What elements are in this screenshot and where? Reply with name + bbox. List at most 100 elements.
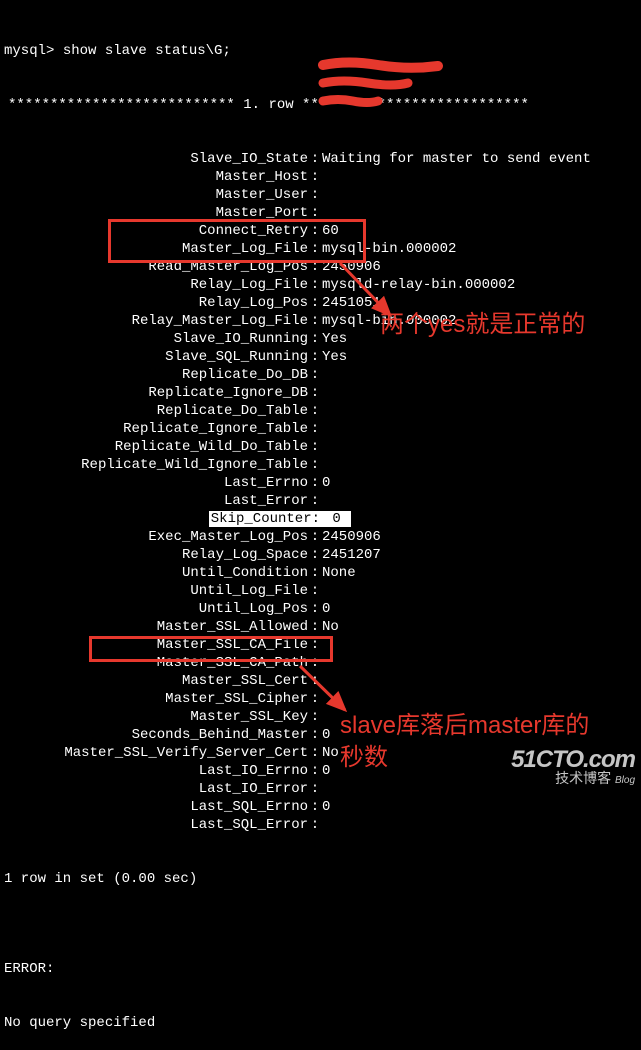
field-colon: : xyxy=(308,150,322,168)
field-colon: : xyxy=(308,222,322,240)
field-label: Master_SSL_Allowed xyxy=(4,618,308,636)
field-colon: : xyxy=(308,312,322,330)
field-colon: : xyxy=(308,600,322,618)
field-label: Master_Log_File xyxy=(4,240,308,258)
field-label: Exec_Master_Log_Pos xyxy=(4,528,308,546)
field-colon: : xyxy=(308,636,322,654)
rows-in-set: 1 row in set (0.00 sec) xyxy=(4,870,637,888)
field-colon: : xyxy=(308,204,322,222)
terminal-output: mysql> show slave status\G; ************… xyxy=(4,6,637,1050)
field-value xyxy=(322,672,637,690)
row-separator: *************************** 1. row *****… xyxy=(4,96,637,114)
status-row: Master_Host: xyxy=(4,168,637,186)
error-label: ERROR: xyxy=(4,960,637,978)
status-row: Master_Log_File:mysql-bin.000002 xyxy=(4,240,637,258)
annotation-two-yes: 两个yes就是正常的 xyxy=(380,316,585,334)
status-row: Replicate_Ignore_Table: xyxy=(4,420,637,438)
field-colon: : xyxy=(308,330,322,348)
field-label: Master_SSL_CA_File xyxy=(4,636,308,654)
field-label: Master_Host xyxy=(4,168,308,186)
watermark-main: 51CTO.com xyxy=(511,751,635,769)
field-value xyxy=(322,204,637,222)
field-value: mysqld-relay-bin.000002 xyxy=(322,276,637,294)
field-colon: : xyxy=(308,726,322,744)
field-value xyxy=(322,492,637,510)
field-colon: : xyxy=(308,384,322,402)
command-text: show slave status\G; xyxy=(63,43,231,59)
field-label: Relay_Master_Log_File xyxy=(4,312,308,330)
status-row: Master_Port: xyxy=(4,204,637,222)
field-value xyxy=(322,402,637,420)
field-colon: : xyxy=(308,780,322,798)
field-colon: : xyxy=(308,618,322,636)
field-colon: : xyxy=(308,708,322,726)
skip-counter-value-highlight: 0 xyxy=(322,511,351,527)
field-colon: : xyxy=(308,474,322,492)
status-row: Slave_SQL_Running:Yes xyxy=(4,348,637,366)
field-label: Master_SSL_Key xyxy=(4,708,308,726)
field-label: Master_SSL_Verify_Server_Cert xyxy=(4,744,308,762)
field-label: Seconds_Behind_Master xyxy=(4,726,308,744)
field-value: 2450906 xyxy=(322,528,637,546)
field-value xyxy=(322,168,637,186)
field-colon: : xyxy=(308,816,322,834)
skip-counter-highlight: Skip_Counter: xyxy=(209,511,322,527)
status-row: Replicate_Do_DB: xyxy=(4,366,637,384)
field-label: Master_SSL_Cert xyxy=(4,672,308,690)
field-value xyxy=(322,366,637,384)
status-row: Read_Master_Log_Pos:2450906 xyxy=(4,258,637,276)
status-row: Master_SSL_Cipher: xyxy=(4,690,637,708)
field-value: 2450906 xyxy=(322,258,637,276)
field-value: 0 xyxy=(322,798,637,816)
field-colon: : xyxy=(308,402,322,420)
field-label: Last_IO_Errno xyxy=(4,762,308,780)
field-colon: : xyxy=(308,582,322,600)
field-label: Master_SSL_Cipher xyxy=(4,690,308,708)
field-value xyxy=(322,186,637,204)
status-row: Master_SSL_CA_Path: xyxy=(4,654,637,672)
annotation-seconds-line2: 秒数 xyxy=(340,744,388,771)
field-label: Last_SQL_Error xyxy=(4,816,308,834)
field-label: Until_Log_File xyxy=(4,582,308,600)
status-row: Replicate_Wild_Do_Table: xyxy=(4,438,637,456)
field-label: Last_IO_Error xyxy=(4,780,308,798)
status-row: Last_SQL_Errno:0 xyxy=(4,798,637,816)
status-row: Exec_Master_Log_Pos:2450906 xyxy=(4,528,637,546)
field-value: mysql-bin.000002 xyxy=(322,240,637,258)
field-label: Replicate_Ignore_Table xyxy=(4,420,308,438)
watermark: 51CTO.com 技术博客 Blog xyxy=(511,751,635,790)
field-value xyxy=(322,654,637,672)
status-row: Replicate_Do_Table: xyxy=(4,402,637,420)
field-label: Until_Log_Pos xyxy=(4,600,308,618)
field-value: 0 xyxy=(322,474,637,492)
field-value: Yes xyxy=(322,348,637,366)
field-colon: : xyxy=(308,366,322,384)
annotation-seconds-line1: slave库落后master库的 xyxy=(340,712,589,739)
field-colon: : xyxy=(308,438,322,456)
field-label: Master_User xyxy=(4,186,308,204)
field-label: Slave_IO_Running xyxy=(4,330,308,348)
field-label: Replicate_Do_DB xyxy=(4,366,308,384)
mysql-prompt: mysql> xyxy=(4,43,63,59)
field-value: 2451207 xyxy=(322,546,637,564)
field-colon: : xyxy=(308,258,322,276)
field-value xyxy=(322,690,637,708)
field-label: Relay_Log_Space xyxy=(4,546,308,564)
field-label: Until_Condition xyxy=(4,564,308,582)
field-colon: : xyxy=(308,744,322,762)
field-value: No xyxy=(322,618,637,636)
field-colon: : xyxy=(308,762,322,780)
status-row: Master_SSL_CA_File: xyxy=(4,636,637,654)
status-row: Skip_Counter: 0 xyxy=(4,510,637,528)
status-row: Last_Error: xyxy=(4,492,637,510)
field-value: Waiting for master to send event xyxy=(322,150,637,168)
field-value: 60 xyxy=(322,222,637,240)
field-colon: : xyxy=(308,690,322,708)
status-row: Relay_Log_File:mysqld-relay-bin.000002 xyxy=(4,276,637,294)
status-row: Replicate_Ignore_DB: xyxy=(4,384,637,402)
field-label: Replicate_Wild_Do_Table xyxy=(4,438,308,456)
field-colon: : xyxy=(308,528,322,546)
field-colon: : xyxy=(308,168,322,186)
field-label: Slave_SQL_Running xyxy=(4,348,308,366)
field-value xyxy=(322,384,637,402)
